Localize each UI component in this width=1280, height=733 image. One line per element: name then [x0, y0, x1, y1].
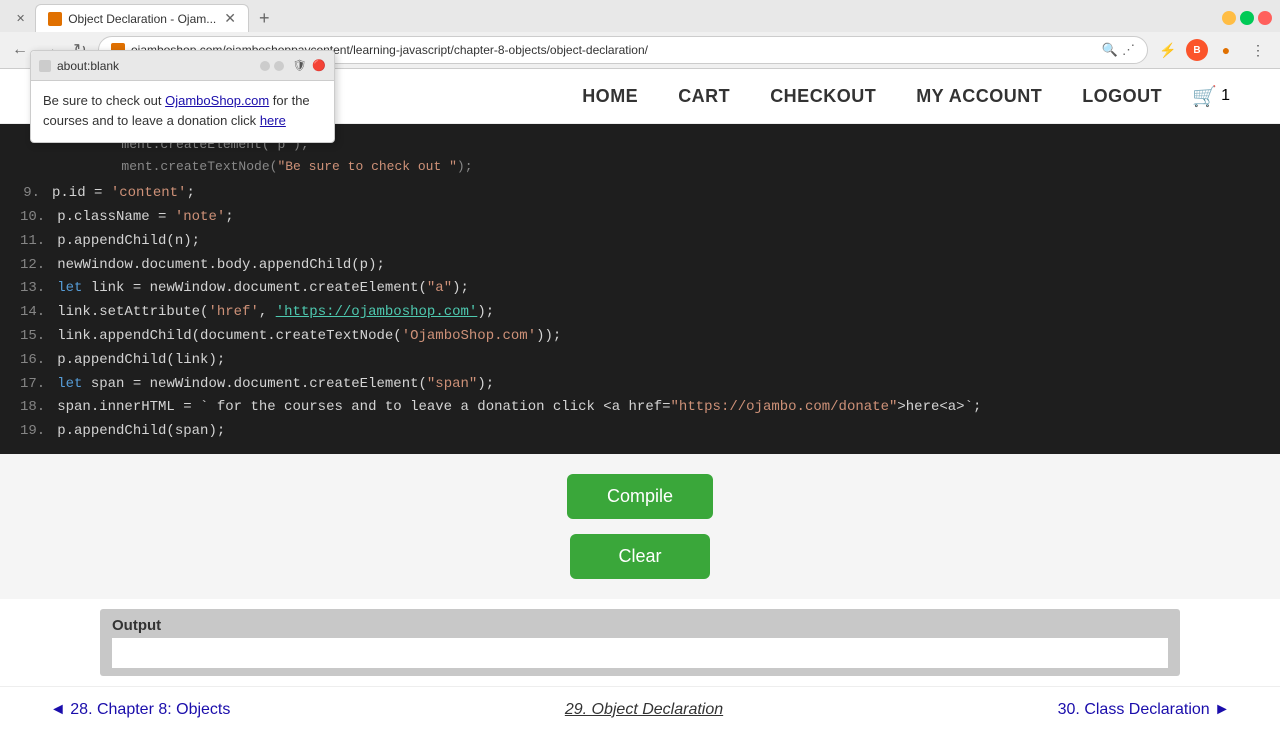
window-close-icon: ✕ [16, 12, 25, 25]
code-section: ment.createElement("p"); ment.createText… [0, 124, 1280, 454]
output-body [112, 638, 1168, 668]
cart-count: 1 [1221, 87, 1230, 105]
address-icons: 🔍 ⋰ [1102, 42, 1135, 58]
line-num-19: 19. [20, 420, 45, 444]
window-controls [1222, 11, 1272, 25]
tab-close-button[interactable]: ✕ [224, 10, 236, 27]
popup-alert-icon[interactable]: 🔴 [312, 59, 326, 72]
popup-shield-icon[interactable]: 🛡 [292, 59, 306, 72]
new-tab-button[interactable]: + [253, 8, 276, 29]
line-num-13: 13. [20, 277, 45, 301]
minimize-button[interactable] [1222, 11, 1236, 25]
code-content-18: span.innerHTML = ` for the courses and t… [57, 396, 981, 420]
clear-button[interactable]: Clear [570, 534, 710, 579]
line-num-15: 15. [20, 325, 45, 349]
active-tab[interactable]: Object Declaration - Ojam... ✕ [35, 4, 249, 32]
toolbar-right: ⚡ B ● ⋮ [1154, 36, 1272, 64]
popup-link-here[interactable]: here [260, 113, 286, 128]
wallet-icon[interactable]: ● [1212, 36, 1240, 64]
code-line-16: 16. p.appendChild(link); [20, 349, 1260, 373]
line-num-12: 12. [20, 254, 45, 278]
share-icon[interactable]: ⋰ [1122, 42, 1135, 58]
code-line-11: 11. p.appendChild(n); [20, 230, 1260, 254]
footer-current-label: 29. Object Declaration [565, 701, 723, 719]
code-line-19: 19. p.appendChild(span); [20, 420, 1260, 444]
nav-home[interactable]: HOME [562, 71, 658, 122]
popup-tab-label: about:blank [57, 59, 119, 73]
code-line-10: 10. p.className = 'note'; [20, 206, 1260, 230]
compile-button[interactable]: Compile [567, 474, 713, 519]
nav-checkout[interactable]: CHECKOUT [750, 71, 896, 122]
popup-minimize[interactable] [260, 61, 270, 71]
popup-text-before-link1: Be sure to check out [43, 93, 165, 108]
search-icon[interactable]: 🔍 [1102, 42, 1118, 58]
line-num-17: 17. [20, 373, 45, 397]
code-content-12: newWindow.document.body.appendChild(p); [57, 254, 385, 278]
cart-icon: 🛒 [1192, 84, 1217, 109]
code-line-12: 12. newWindow.document.body.appendChild(… [20, 254, 1260, 278]
footer-nav: ◄ 28. Chapter 8: Objects 29. Object Decl… [0, 686, 1280, 733]
menu-icon[interactable]: ⋮ [1244, 36, 1272, 64]
line-num-16: 16. [20, 349, 45, 373]
page-content: HOME CART CHECKOUT MY ACCOUNT LOGOUT 🛒1 … [0, 69, 1280, 733]
line-num-14: 14. [20, 301, 45, 325]
footer-next-link[interactable]: 30. Class Declaration ► [1058, 701, 1230, 719]
output-wrapper: Output [0, 599, 1280, 686]
popup-overlay: about:blank 🛡 🔴 Be sure to check out Oja… [30, 50, 335, 143]
cart-icon-wrapper[interactable]: 🛒1 [1182, 69, 1240, 124]
code-line-14: 14. link.setAttribute('href', 'https://o… [20, 301, 1260, 325]
nav-cart[interactable]: CART [658, 71, 750, 122]
code-content-9: p.id = 'content'; [52, 182, 195, 206]
code-content-15: link.appendChild(document.createTextNode… [57, 325, 561, 349]
code-content-14: link.setAttribute('href', 'https://ojamb… [57, 301, 494, 325]
popup-close[interactable] [274, 61, 284, 71]
line-num-11: 11. [20, 230, 45, 254]
code-line-18: 18. span.innerHTML = ` for the courses a… [20, 396, 1260, 420]
code-content-11: p.appendChild(n); [57, 230, 200, 254]
nav-my-account[interactable]: MY ACCOUNT [896, 71, 1062, 122]
popup-tab-bar: about:blank 🛡 🔴 [31, 51, 334, 81]
extensions-icon[interactable]: ⚡ [1154, 36, 1182, 64]
popup-content: Be sure to check out OjamboShop.com for … [43, 91, 322, 130]
code-content-19: p.appendChild(span); [57, 420, 225, 444]
line-num-10: 10. [20, 206, 45, 230]
buttons-section: Compile Clear [0, 454, 1280, 599]
code-line-15: 15. link.appendChild(document.createText… [20, 325, 1260, 349]
tab-title-text: Object Declaration - Ojam... [68, 12, 216, 26]
brave-shields-icon[interactable]: B [1186, 39, 1208, 61]
close-button[interactable] [1258, 11, 1272, 25]
back-button[interactable]: ← [8, 38, 32, 62]
tab-bar: ✕ Object Declaration - Ojam... ✕ + [0, 0, 1280, 32]
code-line-9: 9. p.id = 'content'; [20, 182, 1260, 206]
maximize-button[interactable] [1240, 11, 1254, 25]
footer-prev-link[interactable]: ◄ 28. Chapter 8: Objects [50, 701, 230, 719]
nav-logout[interactable]: LOGOUT [1062, 71, 1182, 122]
line-num-18: 18. [20, 396, 45, 420]
code-content-17: let span = newWindow.document.createElem… [57, 373, 494, 397]
code-line-13: 13. let link = newWindow.document.create… [20, 277, 1260, 301]
popup-link-ojambo[interactable]: OjamboShop.com [165, 93, 269, 108]
nav-items: HOME CART CHECKOUT MY ACCOUNT LOGOUT 🛒1 [562, 69, 1240, 124]
code-line-17: 17. let span = newWindow.document.create… [20, 373, 1260, 397]
code-content-10: p.className = 'note'; [57, 206, 233, 230]
output-section: Output [100, 609, 1180, 676]
tab-favicon [48, 12, 62, 26]
line-num-9: 9. [20, 182, 40, 206]
code-content-16: p.appendChild(link); [57, 349, 225, 373]
popup-favicon [39, 60, 51, 72]
code-content-13: let link = newWindow.document.createElem… [57, 277, 469, 301]
output-label: Output [112, 617, 1168, 634]
